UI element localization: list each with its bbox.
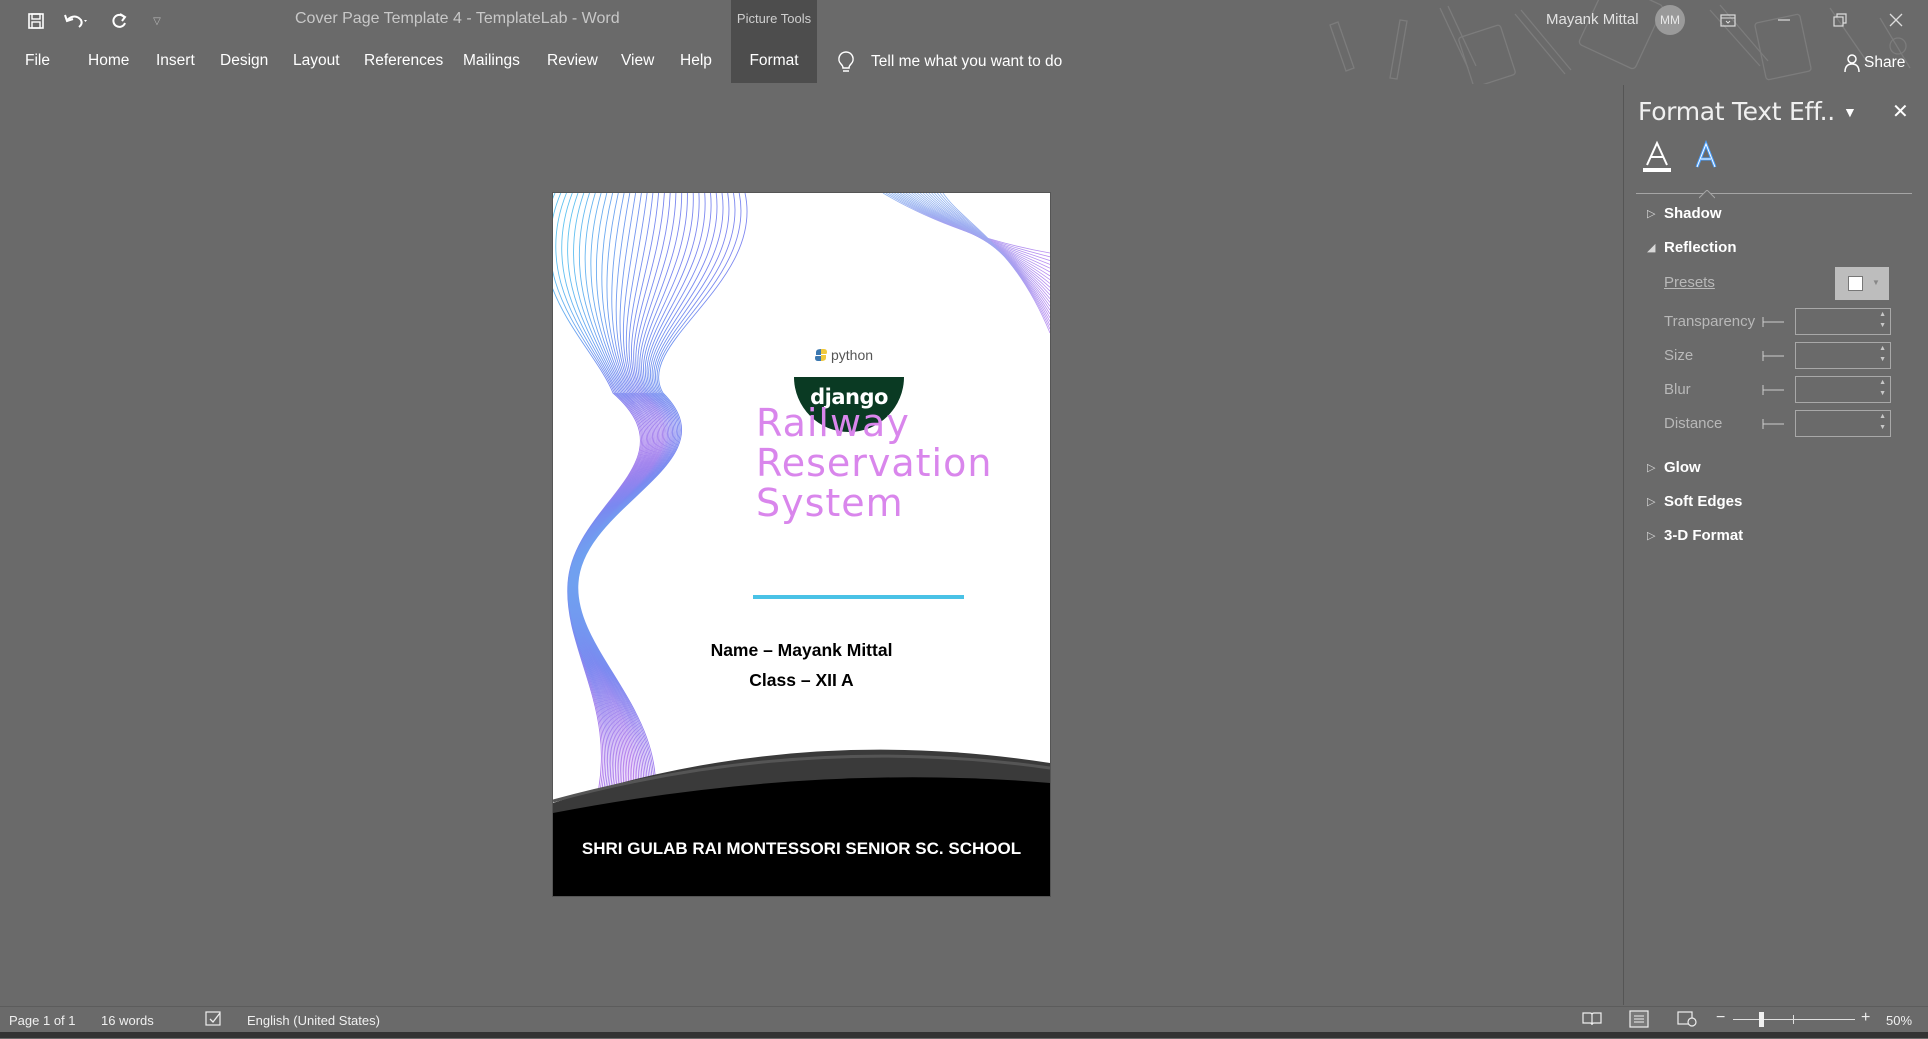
student-name[interactable]: Name – Mayank Mittal [553, 640, 1050, 661]
tab-help[interactable]: Help [680, 52, 712, 70]
python-logo: python [814, 347, 873, 363]
distance-spinner[interactable]: ▲ ▼ [1795, 410, 1891, 437]
decorative-wave-line [575, 193, 712, 814]
lightbulb-icon[interactable] [836, 50, 856, 79]
redo-icon[interactable] [104, 8, 134, 34]
expand-triangle-icon[interactable]: ▷ [1647, 207, 1655, 220]
decorative-wave-line [942, 193, 1050, 334]
tab-design[interactable]: Design [220, 52, 268, 70]
zoom-slider-thumb[interactable] [1759, 1012, 1764, 1027]
close-icon[interactable] [1878, 6, 1914, 34]
section-soft-edges[interactable]: Soft Edges [1664, 493, 1742, 510]
zoom-slider[interactable] [1733, 1019, 1855, 1020]
decorative-wave-line [919, 193, 1050, 303]
document-page[interactable]: python django Railway Reservation System… [552, 192, 1051, 897]
decorative-wave-line [936, 193, 1050, 326]
tab-home[interactable]: Home [88, 52, 129, 70]
pane-separator [1623, 85, 1624, 1005]
user-avatar[interactable]: MM [1655, 5, 1685, 35]
tab-view[interactable]: View [621, 52, 654, 70]
pane-close-icon[interactable]: ✕ [1892, 99, 1909, 124]
tell-me-search[interactable]: Tell me what you want to do [871, 53, 1062, 71]
text-fill-icon[interactable] [1641, 140, 1673, 179]
page-artwork [553, 193, 1050, 896]
title-line-2[interactable]: Reservation [756, 441, 992, 485]
page-count[interactable]: Page 1 of 1 [9, 1013, 76, 1028]
web-layout-icon[interactable] [1677, 1011, 1697, 1032]
blur-label: Blur [1664, 381, 1691, 398]
section-shadow[interactable]: Shadow [1664, 205, 1722, 222]
pane-title: Format Text Eff.. [1638, 97, 1835, 126]
transparency-spinner[interactable]: ▲ ▼ [1795, 308, 1891, 335]
size-spinner[interactable]: ▲ ▼ [1795, 342, 1891, 369]
document-title: Cover Page Template 4 - TemplateLab - Wo… [295, 10, 620, 27]
restore-icon[interactable] [1822, 6, 1858, 34]
presets-label: Presets [1664, 274, 1715, 291]
distance-slider[interactable] [1762, 418, 1784, 430]
text-effects-icon[interactable] [1694, 139, 1718, 179]
word-count[interactable]: 16 words [101, 1013, 154, 1028]
print-layout-icon[interactable] [1629, 1010, 1649, 1033]
tab-insert[interactable]: Insert [156, 52, 195, 70]
title-line-3[interactable]: System [756, 481, 904, 525]
tab-mailings[interactable]: Mailings [463, 52, 520, 70]
expand-triangle-icon[interactable]: ▷ [1647, 461, 1655, 474]
pane-tab-divider [1636, 193, 1912, 194]
minimize-icon[interactable] [1766, 6, 1802, 34]
user-name[interactable]: Mayank Mittal [1546, 11, 1639, 28]
tab-review[interactable]: Review [547, 52, 598, 70]
section-reflection[interactable]: Reflection [1664, 239, 1737, 256]
title-underline [753, 595, 964, 599]
share-button[interactable]: Share [1864, 54, 1905, 72]
tab-layout[interactable]: Layout [293, 52, 340, 70]
blur-spinner[interactable]: ▲ ▼ [1795, 376, 1891, 403]
chevron-down-icon[interactable]: ▼ [1843, 104, 1857, 120]
section-3d-format[interactable]: 3-D Format [1664, 527, 1743, 544]
tab-format[interactable]: Format [731, 52, 817, 70]
language-indicator[interactable]: English (United States) [247, 1013, 380, 1028]
active-tab-caret [1698, 186, 1716, 204]
proofing-icon[interactable] [205, 1011, 225, 1032]
section-glow[interactable]: Glow [1664, 459, 1701, 476]
presets-dropdown[interactable]: ▼ [1835, 267, 1889, 300]
ribbon-display-icon[interactable] [1710, 6, 1746, 34]
size-slider[interactable] [1762, 350, 1784, 362]
zoom-slider-center-tick [1793, 1015, 1794, 1024]
taskbar-edge [0, 1032, 1928, 1038]
distance-label: Distance [1664, 415, 1723, 432]
decorative-wave-line [908, 193, 1050, 288]
picture-tools-label: Picture Tools [736, 11, 812, 26]
transparency-slider[interactable] [1762, 316, 1784, 328]
save-icon[interactable] [21, 8, 51, 34]
expand-triangle-icon[interactable]: ▷ [1647, 495, 1655, 508]
expand-triangle-icon[interactable]: ▷ [1647, 529, 1655, 542]
decorative-wave-line [576, 193, 730, 814]
decorative-wave-line [576, 193, 724, 814]
customize-qat-icon[interactable]: ▽ [142, 8, 172, 34]
collapse-triangle-icon[interactable]: ◢ [1647, 241, 1655, 254]
read-mode-icon[interactable] [1582, 1011, 1602, 1032]
student-class[interactable]: Class – XII A [553, 670, 1050, 691]
title-line-1[interactable]: Railway [756, 401, 910, 445]
zoom-in-icon[interactable]: + [1861, 1009, 1870, 1027]
size-label: Size [1664, 347, 1694, 364]
tab-references[interactable]: References [364, 52, 443, 70]
undo-icon[interactable] [61, 8, 91, 34]
zoom-level[interactable]: 50% [1886, 1013, 1912, 1028]
python-label: python [831, 347, 874, 363]
school-name[interactable]: SHRI GULAB RAI MONTESSORI SENIOR SC. SCH… [553, 839, 1050, 859]
python-icon [815, 349, 827, 361]
decorative-wave-line [575, 193, 706, 814]
decorative-wave-line [576, 193, 718, 814]
blur-slider[interactable] [1762, 384, 1784, 396]
share-person-icon[interactable] [1843, 53, 1861, 78]
transparency-label: Transparency [1664, 313, 1756, 330]
zoom-out-icon[interactable]: − [1716, 1009, 1725, 1027]
decorative-wave-line [914, 193, 1050, 296]
tab-file[interactable]: File [25, 52, 50, 70]
decorative-wave-line [939, 193, 1050, 330]
